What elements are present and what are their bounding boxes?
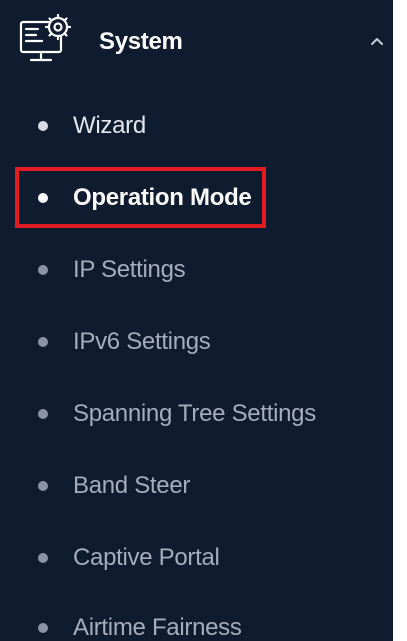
sidebar-item-captive-portal[interactable]: Captive Portal — [0, 536, 393, 580]
bullet-icon — [38, 121, 48, 131]
chevron-up-icon[interactable] — [370, 33, 384, 45]
system-section-title: System — [99, 28, 183, 55]
bullet-icon — [38, 553, 48, 563]
sidebar-item-ip-settings[interactable]: IP Settings — [0, 248, 393, 292]
sidebar-menu: System Wizard Operation Mode IP Settings… — [0, 0, 393, 641]
bullet-icon — [38, 265, 48, 275]
monitor-settings-icon — [18, 13, 74, 67]
sidebar-item-airtime-fairness[interactable]: Airtime Fairness — [0, 606, 393, 641]
bullet-icon — [38, 481, 48, 491]
sidebar-item-ipv6-settings[interactable]: IPv6 Settings — [0, 320, 393, 364]
bullet-icon — [38, 193, 48, 203]
sidebar-item-operation-mode[interactable]: Operation Mode — [0, 176, 393, 220]
sidebar-item-label: IP Settings — [73, 256, 186, 283]
sidebar-item-label: Wizard — [73, 112, 146, 139]
bullet-icon — [38, 337, 48, 347]
sidebar-item-label: Band Steer — [73, 472, 191, 499]
bullet-icon — [38, 623, 48, 633]
sidebar-item-spanning-tree-settings[interactable]: Spanning Tree Settings — [0, 392, 393, 436]
system-section-header[interactable]: System — [0, 0, 393, 82]
sidebar-item-label: IPv6 Settings — [73, 328, 211, 355]
sidebar-item-label: Operation Mode — [73, 184, 252, 211]
sidebar-item-wizard[interactable]: Wizard — [0, 104, 393, 148]
sidebar-item-label: Captive Portal — [73, 544, 220, 571]
sidebar-item-label: Airtime Fairness — [73, 614, 242, 641]
bullet-icon — [38, 409, 48, 419]
sidebar-item-band-steer[interactable]: Band Steer — [0, 464, 393, 508]
sidebar-item-label: Spanning Tree Settings — [73, 400, 316, 427]
